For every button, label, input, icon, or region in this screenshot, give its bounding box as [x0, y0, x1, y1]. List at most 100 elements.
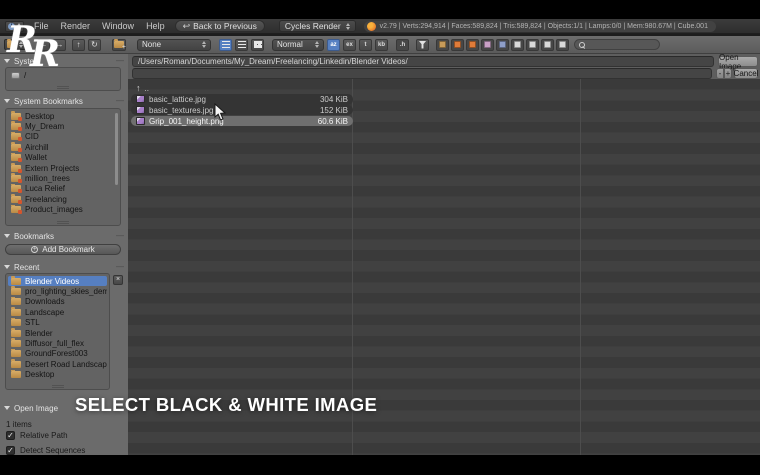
bookmark-item[interactable]: Luca Relief	[8, 184, 118, 194]
filter-preset-dropdown[interactable]: None	[137, 39, 211, 51]
folder-icon	[11, 165, 21, 172]
system-list: /	[5, 67, 121, 91]
panel-header-system-bookmarks[interactable]: System Bookmarks —	[4, 96, 124, 106]
back-to-previous-button[interactable]: ↩ Back to Previous	[175, 20, 265, 32]
file-row[interactable]: Grip_001_height.png 60.6 KiB	[131, 116, 353, 127]
panel-header-recent[interactable]: Recent —	[4, 262, 124, 272]
sort-time-button[interactable]: t	[359, 39, 372, 51]
resize-grip[interactable]	[57, 221, 69, 224]
recent-list: Blender Videos pro_lighting_skies_demo_h…	[5, 273, 110, 390]
add-bookmark-button[interactable]: + Add Bookmark	[5, 244, 121, 255]
folder-icon	[11, 371, 21, 378]
menu-help[interactable]: Help	[144, 21, 167, 31]
recent-item[interactable]: pro_lighting_skies_demo_hd...	[8, 286, 107, 296]
new-folder-icon: +	[114, 41, 124, 48]
sort-size-button[interactable]: kb	[375, 39, 388, 51]
mouse-cursor	[214, 103, 227, 122]
filetype-filter-button[interactable]	[511, 39, 524, 51]
render-engine-dropdown[interactable]: Cycles Render	[279, 20, 356, 32]
increment-button[interactable]: +	[724, 68, 732, 79]
bookmark-item[interactable]: Desktop	[8, 111, 118, 121]
filetype-filter-button[interactable]	[556, 39, 569, 51]
file-name: basic_textures.jpg	[149, 106, 213, 115]
scrollbar[interactable]	[115, 113, 118, 185]
checkbox-row[interactable]: ✓ Relative Path	[6, 431, 68, 440]
bookmark-item[interactable]: million_trees	[8, 173, 118, 183]
display-thumbnails-button[interactable]	[251, 39, 264, 51]
folder-icon	[11, 185, 21, 192]
recent-item[interactable]: Landscape	[8, 307, 107, 317]
sort-alphabetical-button[interactable]: az	[327, 39, 340, 51]
folder-icon	[11, 133, 21, 140]
file-size: 304 KiB	[320, 95, 348, 104]
filetype-filter-button[interactable]	[496, 39, 509, 51]
filename-input[interactable]	[132, 68, 712, 79]
panel-header-bookmarks[interactable]: Bookmarks —	[4, 231, 124, 241]
resize-grip[interactable]	[57, 86, 69, 89]
bookmark-item[interactable]: My_Dream	[8, 121, 118, 131]
return-arrow-icon: ↩	[183, 21, 191, 32]
recent-item[interactable]: STL	[8, 318, 107, 328]
checkbox-icon[interactable]: ✓	[6, 446, 15, 455]
file-name: basic_lattice.jpg	[149, 95, 206, 104]
search-input[interactable]	[574, 39, 660, 50]
open-image-confirm-button[interactable]: Open Image	[718, 56, 758, 67]
folder-icon	[11, 330, 21, 337]
filter-movie-icon	[499, 41, 506, 48]
reset-recent-button[interactable]: ×	[113, 275, 123, 285]
recent-item[interactable]: Blender	[8, 328, 107, 338]
sort-mode-dropdown[interactable]: Normal	[272, 39, 324, 51]
sort-size-icon: kb	[378, 42, 385, 48]
menu-window[interactable]: Window	[100, 21, 136, 31]
file-row[interactable]: basic_textures.jpg 152 KiB	[131, 105, 353, 116]
bookmark-item[interactable]: Extern Projects	[8, 163, 118, 173]
create-directory-button[interactable]: +	[112, 39, 126, 51]
checkbox-icon[interactable]: ✓	[6, 431, 15, 440]
recent-item[interactable]: Desktop	[8, 370, 107, 380]
filetype-filter-button[interactable]	[541, 39, 554, 51]
filetype-filter-button[interactable]	[526, 39, 539, 51]
filetype-filter-button[interactable]	[466, 39, 479, 51]
close-icon: ×	[116, 276, 120, 283]
nav-refresh-button[interactable]: ↻	[88, 39, 101, 51]
stats-text: v2.79 | Verts:294,914 | Faces:589,824 | …	[380, 23, 708, 30]
cancel-button[interactable]: Cancel	[734, 68, 758, 79]
nav-parent-button[interactable]: ↑	[72, 39, 85, 51]
filetype-filter-button[interactable]	[451, 39, 464, 51]
resize-grip[interactable]	[52, 385, 64, 388]
folder-icon	[11, 123, 21, 130]
bookmark-item[interactable]: Product_images	[8, 205, 118, 215]
filter-toggle-button[interactable]	[416, 39, 429, 51]
video-caption: SELECT BLACK & WHITE IMAGE	[75, 394, 377, 416]
decrement-button[interactable]: -	[716, 68, 724, 79]
recent-item[interactable]: Diffusor_full_flex	[8, 338, 107, 348]
filetype-filter-button[interactable]	[436, 39, 449, 51]
recent-item[interactable]: Blender Videos	[8, 276, 107, 286]
file-size: 152 KiB	[320, 106, 348, 115]
filetype-filter-button[interactable]	[481, 39, 494, 51]
search-icon	[579, 42, 585, 48]
menu-render[interactable]: Render	[59, 21, 93, 31]
directory-path-input[interactable]: /Users/Roman/Documents/My_Dream/Freelanc…	[132, 56, 714, 67]
recent-item[interactable]: Desert Road Landscape	[8, 359, 107, 369]
file-row[interactable]: basic_lattice.jpg 304 KiB	[131, 94, 353, 105]
panel-options-icon: —	[116, 98, 124, 104]
bookmark-item[interactable]: Wallet	[8, 153, 118, 163]
bookmark-item[interactable]: Freelancing	[8, 194, 118, 204]
bookmark-item[interactable]: Airchill	[8, 142, 118, 152]
filter-sound-icon	[544, 41, 551, 48]
parent-directory-row[interactable]: ↑ ..	[131, 83, 353, 94]
bookmark-item[interactable]: CID	[8, 132, 118, 142]
display-long-list-button[interactable]	[235, 39, 248, 51]
recent-item[interactable]: GroundForest003	[8, 349, 107, 359]
system-root-item[interactable]: /	[8, 70, 118, 80]
file-size: 60.6 KiB	[318, 117, 348, 126]
show-hidden-toggle[interactable]: .h	[396, 39, 409, 51]
sort-extension-button[interactable]: ex	[343, 39, 356, 51]
recent-item[interactable]: Downloads	[8, 297, 107, 307]
scene-stats: v2.79 | Verts:294,914 | Faces:589,824 | …	[364, 21, 716, 32]
display-short-list-button[interactable]	[219, 39, 232, 51]
checkbox-row[interactable]: ✓ Detect Sequences	[6, 446, 85, 455]
file-browser-toolbar: ← → ↑ ↻ + None Normal az ex t kb .h	[0, 36, 760, 54]
items-count-label: 1 items	[6, 420, 32, 429]
